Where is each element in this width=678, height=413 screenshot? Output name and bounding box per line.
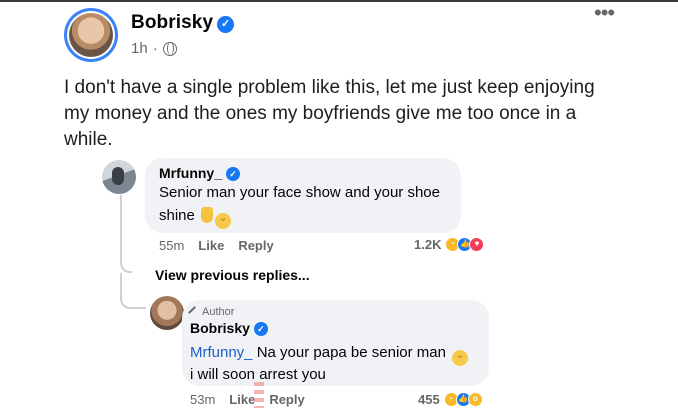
like-button[interactable]: Like xyxy=(229,392,255,407)
reply-time[interactable]: 53m xyxy=(190,392,215,407)
comment-author-name[interactable]: Mrfunny_ ✓ xyxy=(159,165,240,181)
comment-text-line-2: shine ᵕ xyxy=(159,205,232,229)
author-badge: Author xyxy=(188,305,235,319)
reply-author-name[interactable]: Bobrisky ✓ xyxy=(190,320,268,336)
comment-text-word: shine xyxy=(159,207,195,224)
reply-button[interactable]: Reply xyxy=(238,238,273,253)
comment-time[interactable]: 55m xyxy=(159,238,184,253)
post-time[interactable]: 1h xyxy=(131,40,148,57)
avatar-photo xyxy=(69,13,113,57)
wow-reaction-icon: o xyxy=(467,392,483,407)
post-author-avatar[interactable] xyxy=(64,8,118,62)
thread-connector xyxy=(120,273,146,309)
commenter-avatar[interactable] xyxy=(102,160,136,194)
victory-hand-icon xyxy=(201,207,214,223)
post-author-name[interactable]: Bobrisky ✓ xyxy=(131,12,235,34)
window-top-border xyxy=(0,0,678,2)
view-previous-replies-link[interactable]: View previous replies... xyxy=(155,267,310,283)
grinning-face-icon: ᵕ xyxy=(452,350,469,366)
post-meta: 1h · xyxy=(131,40,177,57)
verified-badge-icon: ✓ xyxy=(226,167,240,181)
thread-connector xyxy=(120,195,132,273)
comment-actions: 55m Like Reply xyxy=(159,238,274,253)
reply-text-line-1: Mrfunny_ Na your papa be senior man ᵕ xyxy=(190,342,469,366)
verified-badge-icon: ✓ xyxy=(253,322,268,336)
grinning-face-icon: ᵕ xyxy=(215,213,232,229)
comment-text-line-1: Senior man your face show and your shoe xyxy=(159,184,440,201)
mention-link[interactable]: Mrfunny_ xyxy=(190,344,253,361)
pencil-icon xyxy=(188,305,201,319)
post-body-text: I don't have a single problem like this,… xyxy=(64,77,595,150)
reply-text: Na your papa be senior man xyxy=(252,344,446,361)
reply-actions: 53m Like Reply xyxy=(190,392,305,407)
reaction-count: 1.2K xyxy=(414,237,442,252)
reaction-count: 455 xyxy=(418,392,440,407)
watermark-mark xyxy=(254,382,264,408)
globe-icon xyxy=(162,41,177,56)
post-author-name-text[interactable]: Bobrisky xyxy=(131,12,213,33)
love-reaction-icon: ♥ xyxy=(469,237,485,252)
like-button[interactable]: Like xyxy=(198,238,224,253)
reply-button[interactable]: Reply xyxy=(269,392,304,407)
reply-author-avatar[interactable] xyxy=(150,296,184,330)
meta-separator: · xyxy=(152,40,158,57)
comment-reactions[interactable]: 1.2K ᵕ 👍 ♥ xyxy=(414,237,485,252)
author-badge-label: Author xyxy=(202,306,235,318)
reply-reactions[interactable]: 455 ᵕ 👍 o xyxy=(418,392,483,407)
verified-badge-icon: ✓ xyxy=(217,16,235,33)
more-options-icon[interactable]: ••• xyxy=(594,2,615,24)
comment-author-text[interactable]: Mrfunny_ xyxy=(159,165,222,181)
reply-author-text[interactable]: Bobrisky xyxy=(190,320,250,336)
